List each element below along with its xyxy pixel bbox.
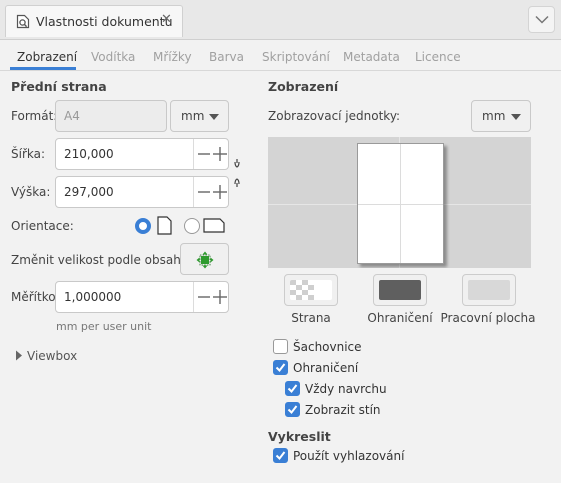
page-color-button[interactable] (284, 274, 338, 306)
show-shadow-checkbox[interactable] (285, 402, 300, 417)
viewbox-expander[interactable]: Viewbox (27, 349, 77, 363)
format-unit-value: mm (181, 109, 205, 123)
dropdown-arrow-icon (209, 114, 219, 120)
plus-icon[interactable] (211, 183, 229, 201)
scale-label: Měřítko: (11, 290, 60, 304)
border-color-caption: Ohraničení (367, 311, 433, 325)
scale-value[interactable]: 1,000000 (64, 290, 121, 304)
always-on-top-label: Vždy navrchu (305, 382, 387, 396)
spin-separator (193, 139, 194, 169)
dock-tab-title: Vlastnosti dokumentu (36, 14, 173, 29)
tabs-divider (0, 70, 561, 71)
always-on-top-checkbox[interactable] (285, 381, 300, 396)
tab-skriptovani[interactable]: Skriptování (262, 50, 330, 64)
plus-icon[interactable] (211, 288, 229, 306)
tab-zobrazeni[interactable]: Zobrazení (17, 50, 77, 64)
orientation-label: Orientace: (11, 219, 74, 233)
landscape-page-icon (203, 218, 225, 233)
width-spinbox[interactable]: 210,000 (55, 138, 229, 170)
front-page-heading: Přední strana (11, 79, 107, 94)
checkmark-icon (275, 363, 286, 373)
width-label: Šířka: (11, 147, 46, 161)
height-spinbox[interactable]: 297,000 (55, 176, 229, 208)
properties-tabs: Zobrazení Vodítka Mřížky Barva Skriptová… (0, 41, 561, 71)
desk-color-swatch (468, 280, 510, 300)
checkerboard-pattern (290, 280, 314, 300)
format-label: Formát: (11, 109, 58, 123)
portrait-radio[interactable] (135, 218, 151, 234)
dock-menu-button[interactable] (528, 6, 555, 33)
border-label: Ohraničení (293, 361, 359, 375)
border-color-button[interactable] (373, 274, 427, 306)
scale-spinbox[interactable]: 1,000000 (55, 281, 229, 313)
checkerboard-swatch (290, 280, 332, 300)
width-value[interactable]: 210,000 (64, 147, 114, 161)
show-shadow-label: Zobrazit stín (305, 403, 381, 417)
scale-hint: mm per user unit (56, 320, 152, 333)
border-color-swatch (379, 280, 421, 300)
desk-color-caption: Pracovní plocha (440, 311, 536, 325)
display-units-select[interactable]: mm (471, 100, 531, 132)
antialiasing-label: Použít vyhlazování (293, 449, 405, 463)
resize-to-content-icon (196, 251, 214, 269)
landscape-radio[interactable] (184, 218, 200, 234)
spin-separator (193, 282, 194, 312)
format-value: A4 (64, 109, 80, 123)
tab-mrizky[interactable]: Mřížky (153, 50, 192, 64)
tab-metadata[interactable]: Metadata (343, 50, 400, 64)
tab-voditka[interactable]: Vodítka (91, 50, 135, 64)
page-preview (268, 137, 531, 268)
checkmark-icon (287, 384, 298, 394)
plus-icon[interactable] (211, 145, 229, 163)
border-checkbox[interactable] (273, 360, 288, 375)
resize-to-content-button[interactable] (180, 243, 229, 275)
checkmark-icon (275, 451, 286, 461)
display-units-value: mm (482, 109, 506, 123)
display-heading: Zobrazení (268, 79, 339, 94)
close-icon[interactable]: ✕ (161, 12, 172, 27)
document-properties-icon (16, 14, 30, 29)
checkerboard-label: Šachovnice (293, 340, 362, 354)
desk-color-button[interactable] (462, 274, 516, 306)
tab-licence[interactable]: Licence (415, 50, 461, 64)
link-proportions-icon[interactable] (232, 158, 242, 188)
chevron-down-icon (535, 15, 549, 24)
checkerboard-checkbox[interactable] (273, 339, 288, 354)
height-value[interactable]: 297,000 (64, 185, 114, 199)
page-guide-vertical (400, 144, 401, 263)
page-color-caption: Strana (291, 311, 331, 325)
spin-separator (193, 177, 194, 207)
resize-label: Změnit velikost podle obsahu: (11, 253, 193, 267)
dropdown-arrow-icon (511, 114, 521, 120)
portrait-page-icon (157, 216, 172, 235)
format-field: A4 (55, 100, 167, 132)
tab-barva[interactable]: Barva (209, 50, 244, 64)
document-properties-tab[interactable]: Vlastnosti dokumentu ✕ (5, 5, 183, 37)
height-label: Výška: (11, 185, 51, 199)
checkmark-icon (287, 405, 298, 415)
display-units-label: Zobrazovací jednotky: (268, 109, 401, 123)
antialiasing-checkbox[interactable] (273, 448, 288, 463)
render-heading: Vykreslit (268, 429, 331, 444)
preview-page (357, 143, 444, 264)
format-unit-select[interactable]: mm (170, 100, 229, 132)
expander-right-icon[interactable] (15, 350, 23, 361)
